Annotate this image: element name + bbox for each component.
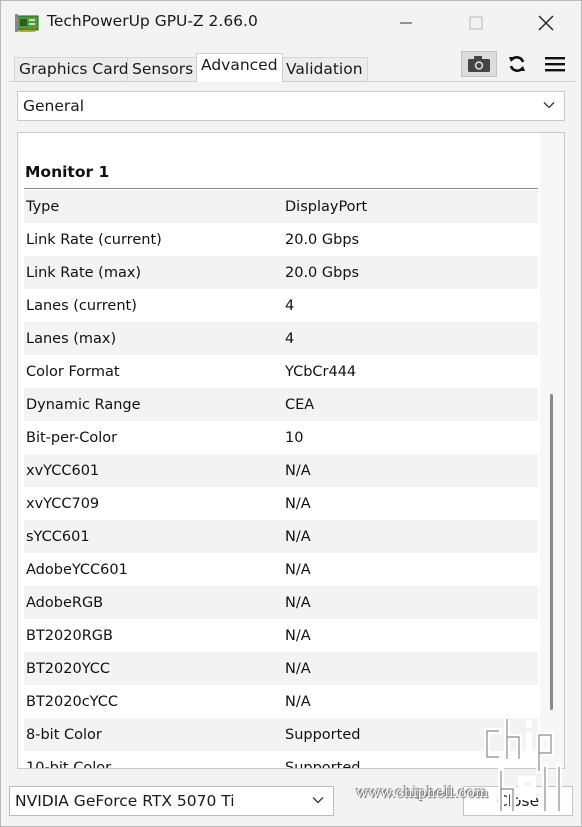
minimize-icon: [400, 22, 412, 24]
tab-validation[interactable]: Validation: [281, 57, 368, 82]
property-value: N/A: [285, 496, 311, 512]
property-row[interactable]: sYCC601 N/A: [24, 520, 538, 553]
window-title: TechPowerUp GPU-Z 2.66.0: [47, 12, 258, 30]
monitor-heading: Monitor 1: [25, 163, 110, 181]
property-name: Bit-per-Color: [26, 430, 118, 446]
property-value: YCbCr444: [285, 364, 357, 380]
maximize-button[interactable]: [441, 1, 511, 45]
property-row[interactable]: AdobeYCC601 N/A: [24, 553, 538, 586]
maximize-icon: [469, 16, 483, 30]
property-name: BT2020RGB: [26, 628, 113, 644]
property-row[interactable]: BT2020cYCC N/A: [24, 685, 538, 718]
property-row[interactable]: 8-bit Color Supported: [24, 718, 538, 751]
menu-button[interactable]: [541, 51, 569, 77]
chiphell-watermark-logo: [484, 716, 562, 814]
property-value: N/A: [285, 529, 311, 545]
property-value: Supported: [285, 727, 361, 743]
property-row[interactable]: 10-bit Color Supported: [24, 751, 538, 769]
property-name: Link Rate (max): [26, 265, 142, 281]
property-row[interactable]: Color Format YCbCr444: [24, 355, 538, 388]
property-row[interactable]: Type DisplayPort: [24, 190, 538, 223]
gpu-dropdown-value: NVIDIA GeForce RTX 5070 Ti: [15, 792, 235, 810]
gpuz-window: TechPowerUp GPU-Z 2.66.0 Graphics Card S…: [0, 0, 582, 827]
category-dropdown[interactable]: General: [17, 91, 565, 121]
property-value: 4: [285, 331, 295, 347]
window-close-button[interactable]: [511, 1, 581, 45]
property-name: 8-bit Color: [26, 727, 102, 743]
property-row[interactable]: AdobeRGB N/A: [24, 586, 538, 619]
property-name: xvYCC709: [26, 496, 100, 512]
scrollbar-thumb[interactable]: [550, 394, 553, 710]
tab-divider: [9, 81, 575, 82]
property-value: 4: [285, 298, 295, 314]
property-row[interactable]: Link Rate (current) 20.0 Gbps: [24, 223, 538, 256]
property-value: Supported: [285, 760, 361, 769]
property-name: 10-bit Color: [26, 760, 112, 769]
property-value: DisplayPort: [285, 199, 368, 215]
property-name: xvYCC601: [26, 463, 100, 479]
category-dropdown-value: General: [23, 97, 85, 115]
property-row[interactable]: xvYCC601 N/A: [24, 454, 538, 487]
tab-advanced[interactable]: Advanced: [196, 53, 283, 82]
camera-icon: [468, 56, 490, 72]
monitor-property-list: Type DisplayPort Link Rate (current) 20.0 G…: [24, 190, 538, 769]
property-name: sYCC601: [26, 529, 90, 545]
property-name: AdobeYCC601: [26, 562, 128, 578]
property-value: CEA: [285, 397, 315, 413]
refresh-icon: [509, 56, 525, 72]
property-value: N/A: [285, 661, 311, 677]
property-row[interactable]: xvYCC709 N/A: [24, 487, 538, 520]
property-name: AdobeRGB: [26, 595, 104, 611]
property-value: N/A: [285, 562, 311, 578]
property-value: N/A: [285, 628, 311, 644]
gpu-dropdown[interactable]: NVIDIA GeForce RTX 5070 Ti: [9, 786, 334, 816]
watermark-url: www.chiphell.com: [356, 785, 489, 801]
property-row[interactable]: Link Rate (max) 20.0 Gbps: [24, 256, 538, 289]
title-bar: TechPowerUp GPU-Z 2.66.0: [1, 1, 581, 45]
chevron-down-icon: [543, 102, 555, 109]
property-value: N/A: [285, 595, 311, 611]
property-value: N/A: [285, 694, 311, 710]
refresh-button[interactable]: [503, 51, 531, 77]
heading-divider: [24, 188, 538, 189]
chevron-down-icon: [312, 797, 324, 804]
property-name: BT2020YCC: [26, 661, 111, 677]
property-name: Dynamic Range: [26, 397, 141, 413]
property-name: Lanes (max): [26, 331, 117, 347]
property-value: 20.0 Gbps: [285, 232, 360, 248]
property-row[interactable]: BT2020RGB N/A: [24, 619, 538, 652]
hamburger-menu-icon: [545, 57, 565, 72]
property-value: N/A: [285, 463, 311, 479]
property-name: BT2020cYCC: [26, 694, 118, 710]
property-name: Link Rate (current): [26, 232, 162, 248]
property-name: Type: [26, 199, 60, 215]
minimize-button[interactable]: [371, 1, 441, 45]
property-row[interactable]: Bit-per-Color 10: [24, 421, 538, 454]
property-name: Lanes (current): [26, 298, 137, 314]
monitor-details-panel: Monitor 1 Type DisplayPort Link Rate (curr…: [17, 132, 565, 769]
property-value: 20.0 Gbps: [285, 265, 360, 281]
property-row[interactable]: Dynamic Range CEA: [24, 388, 538, 421]
property-row[interactable]: BT2020YCC N/A: [24, 652, 538, 685]
property-value: 10: [285, 430, 304, 446]
tab-sensors[interactable]: Sensors: [127, 57, 199, 82]
tab-graphics-card[interactable]: Graphics Card: [14, 57, 134, 82]
property-row[interactable]: Lanes (max) 4: [24, 322, 538, 355]
close-icon: [538, 15, 554, 31]
gpu-card-icon: [15, 14, 39, 32]
screenshot-button[interactable]: [461, 51, 497, 77]
property-name: Color Format: [26, 364, 120, 380]
property-row[interactable]: Lanes (current) 4: [24, 289, 538, 322]
